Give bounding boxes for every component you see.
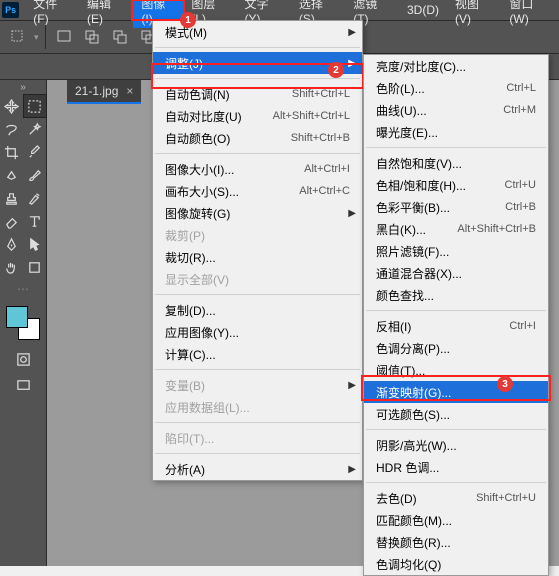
menu-trap: 陷印(T)... <box>153 427 362 449</box>
submenu-arrow-icon: ▶ <box>348 27 356 38</box>
sub-exposure[interactable]: 曝光度(E)... <box>364 121 548 143</box>
menu-duplicate[interactable]: 复制(D)... <box>153 299 362 321</box>
menu-image-size[interactable]: 图像大小(I)...Alt+Ctrl+I <box>153 158 362 180</box>
annotation-dot-2: 2 <box>328 62 344 78</box>
menu-view[interactable]: 视图(V) <box>447 0 501 28</box>
ps-logo-icon: Ps <box>2 2 19 18</box>
annotation-dot-1: 1 <box>180 12 196 28</box>
sub-channel-mixer[interactable]: 通道混合器(X)... <box>364 262 548 284</box>
screenmode-icon[interactable] <box>12 374 34 396</box>
menu-edit[interactable]: 编辑(E) <box>79 0 133 28</box>
sub-match-color[interactable]: 匹配颜色(M)... <box>364 509 548 531</box>
submenu-arrow-icon: ▶ <box>348 208 356 219</box>
sub-curves[interactable]: 曲线(U)...Ctrl+M <box>364 99 548 121</box>
adjustments-submenu: 亮度/对比度(C)... 色阶(L)...Ctrl+L 曲线(U)...Ctrl… <box>363 54 549 576</box>
menubar: Ps 文件(F) 编辑(E) 图像(I) 图层(L) 文字(Y) 选择(S) 滤… <box>0 0 559 20</box>
menu-image-rotation[interactable]: 图像旋转(G)▶ <box>153 202 362 224</box>
type-tool-icon[interactable] <box>24 210 46 232</box>
sub-replace-color[interactable]: 替换颜色(R)... <box>364 531 548 553</box>
marquee-tool-icon[interactable] <box>24 95 46 117</box>
sub-equalize[interactable]: 色调均化(Q) <box>364 553 548 575</box>
eyedropper-tool-icon[interactable] <box>24 141 46 163</box>
submenu-arrow-icon: ▶ <box>348 464 356 475</box>
marquee-rect-icon[interactable] <box>52 25 76 49</box>
menu-canvas-size[interactable]: 画布大小(S)...Alt+Ctrl+C <box>153 180 362 202</box>
menu-file[interactable]: 文件(F) <box>25 0 79 28</box>
marquee-add-icon[interactable] <box>80 25 104 49</box>
move-tool-icon[interactable] <box>1 95 23 117</box>
wand-tool-icon[interactable] <box>24 118 46 140</box>
menu-analysis[interactable]: 分析(A)▶ <box>153 458 362 480</box>
sub-levels[interactable]: 色阶(L)...Ctrl+L <box>364 77 548 99</box>
document-tab[interactable]: 21-1.jpg × <box>67 80 141 104</box>
menu-datasets: 应用数据组(L)... <box>153 396 362 418</box>
menu-auto-color[interactable]: 自动颜色(O)Shift+Ctrl+B <box>153 127 362 149</box>
sub-desaturate[interactable]: 去色(D)Shift+Ctrl+U <box>364 487 548 509</box>
tool-preset-icon[interactable] <box>6 25 30 49</box>
menu-trim[interactable]: 裁切(R)... <box>153 246 362 268</box>
sub-posterize[interactable]: 色调分离(P)... <box>364 337 548 359</box>
menu-window[interactable]: 窗口(W) <box>501 0 559 28</box>
history-brush-tool-icon[interactable] <box>24 187 46 209</box>
menu-3d[interactable]: 3D(D) <box>399 1 447 19</box>
sub-shadows[interactable]: 阴影/高光(W)... <box>364 434 548 456</box>
shape-tool-icon[interactable] <box>24 256 46 278</box>
tab-close-icon[interactable]: × <box>126 84 133 98</box>
menu-calculations[interactable]: 计算(C)... <box>153 343 362 365</box>
sub-photo-filter[interactable]: 照片滤镜(F)... <box>364 240 548 262</box>
sub-color-lookup[interactable]: 颜色查找... <box>364 284 548 306</box>
color-swatch[interactable] <box>6 306 40 340</box>
annotation-box-3 <box>361 375 551 401</box>
sub-brightness[interactable]: 亮度/对比度(C)... <box>364 55 548 77</box>
heal-tool-icon[interactable] <box>1 164 23 186</box>
menu-auto-contrast[interactable]: 自动对比度(U)Alt+Shift+Ctrl+L <box>153 105 362 127</box>
eraser-tool-icon[interactable] <box>1 210 23 232</box>
menu-crop: 裁剪(P) <box>153 224 362 246</box>
annotation-box-1 <box>131 0 185 21</box>
dropdown-arrow-icon[interactable]: ▾ <box>34 32 39 43</box>
image-menu-dropdown: 模式(M)▶ 调整(J)▶ 自动色调(N)Shift+Ctrl+L 自动对比度(… <box>152 20 363 481</box>
sub-selective-color[interactable]: 可选颜色(S)... <box>364 403 548 425</box>
sub-hue[interactable]: 色相/饱和度(H)...Ctrl+U <box>364 174 548 196</box>
sub-vibrance[interactable]: 自然饱和度(V)... <box>364 152 548 174</box>
pen-tool-icon[interactable] <box>1 233 23 255</box>
sub-invert[interactable]: 反相(I)Ctrl+I <box>364 315 548 337</box>
submenu-arrow-icon: ▶ <box>348 380 356 391</box>
brush-tool-icon[interactable] <box>24 164 46 186</box>
menu-reveal-all: 显示全部(V) <box>153 268 362 290</box>
hand-tool-icon[interactable] <box>1 256 23 278</box>
menu-apply-image[interactable]: 应用图像(Y)... <box>153 321 362 343</box>
crop-tool-icon[interactable] <box>1 141 23 163</box>
path-select-tool-icon[interactable] <box>24 233 46 255</box>
sub-bw[interactable]: 黑白(K)...Alt+Shift+Ctrl+B <box>364 218 548 240</box>
expand-handle-icon[interactable]: » <box>1 82 46 92</box>
lasso-tool-icon[interactable] <box>1 118 23 140</box>
sub-hdr[interactable]: HDR 色调... <box>364 456 548 478</box>
annotation-dot-3: 3 <box>497 376 513 392</box>
tab-filename: 21-1.jpg <box>75 84 118 98</box>
sub-color-balance[interactable]: 色彩平衡(B)...Ctrl+B <box>364 196 548 218</box>
stamp-tool-icon[interactable] <box>1 187 23 209</box>
fg-color-icon[interactable] <box>6 306 28 328</box>
menu-variables: 变量(B)▶ <box>153 374 362 396</box>
quickmask-icon[interactable] <box>12 348 34 370</box>
marquee-sub-icon[interactable] <box>108 25 132 49</box>
tools-panel: » ⋯ <box>0 80 47 566</box>
